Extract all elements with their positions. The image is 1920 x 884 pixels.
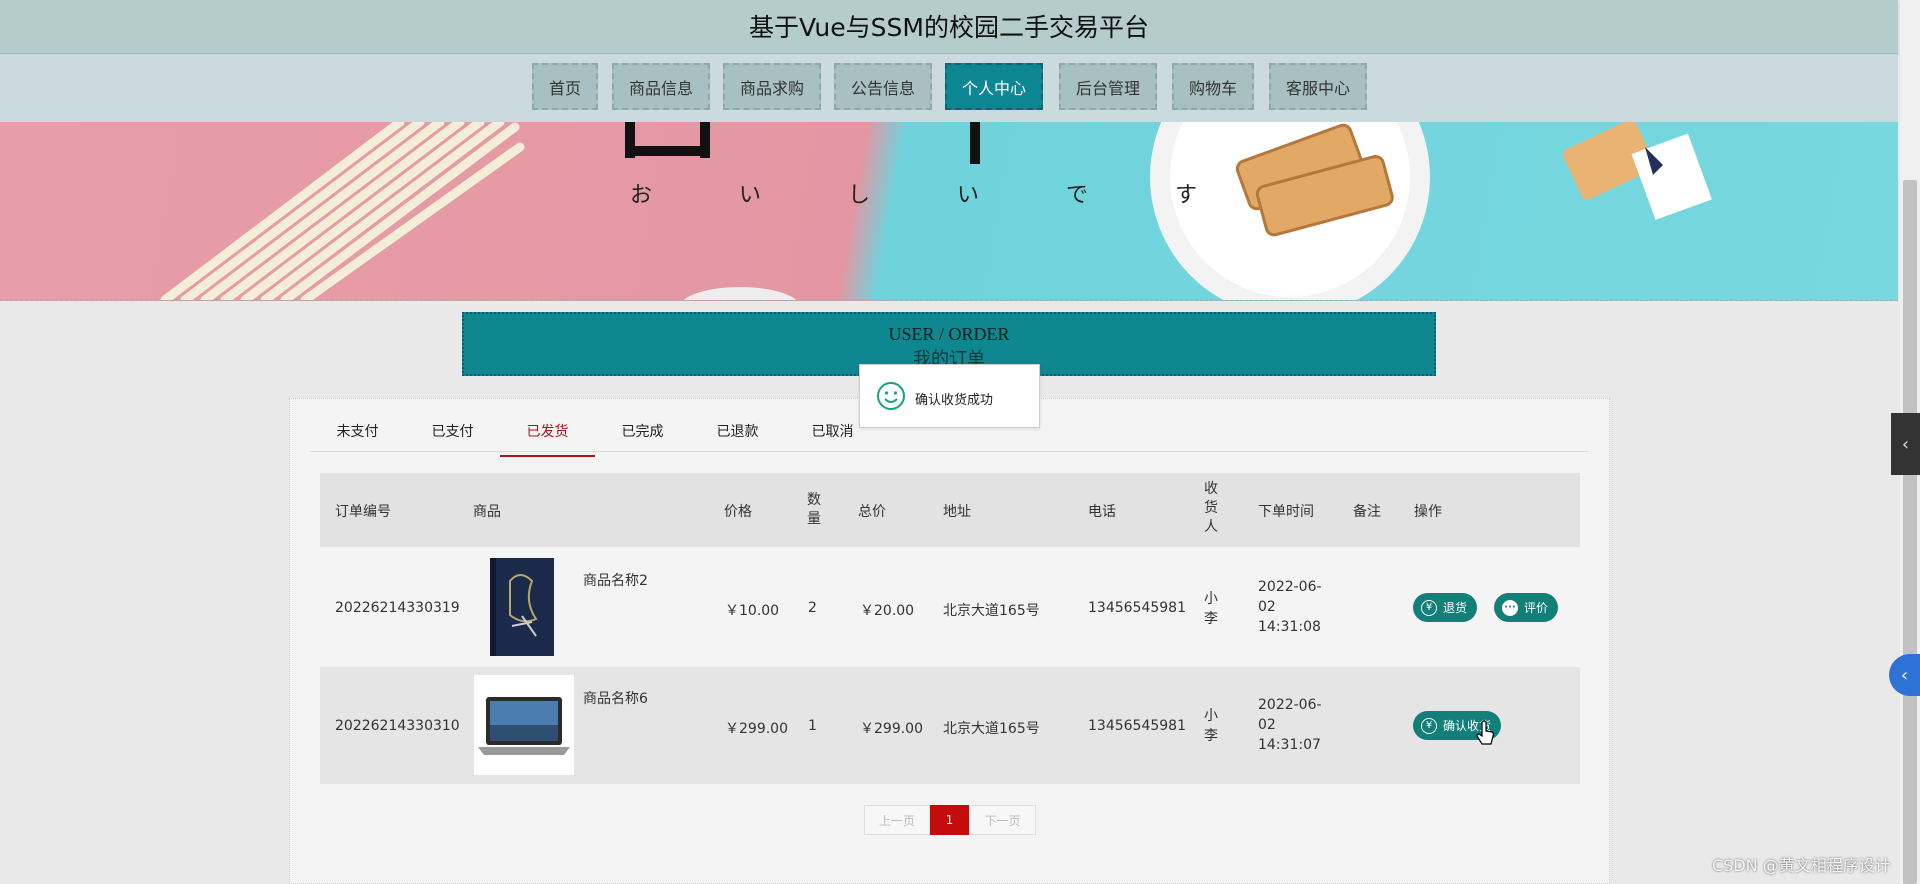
page-heading-en: USER / ORDER	[888, 324, 1010, 344]
toast-message: 确认收货成功	[915, 393, 994, 408]
header-total: 总价	[858, 504, 886, 520]
tab-unpaid[interactable]: 未支付	[310, 418, 405, 455]
header-actions: 操作	[1414, 504, 1442, 520]
nav-notices[interactable]: 公告信息	[834, 63, 932, 110]
prev-page-button[interactable]: 上一页	[864, 805, 930, 835]
price: ￥10.00	[725, 603, 780, 619]
review-button[interactable]: ··· 评价	[1494, 593, 1559, 622]
order-time-day: 02	[1258, 599, 1276, 615]
header-order-no: 订单编号	[335, 504, 391, 520]
order-time-clock: 14:31:07	[1258, 737, 1321, 753]
header-phone: 电话	[1088, 504, 1116, 520]
yen-icon: ¥	[1421, 599, 1437, 616]
tab-completed[interactable]: 已完成	[595, 418, 690, 455]
return-button[interactable]: ¥ 退货	[1413, 593, 1478, 622]
header-product: 商品	[473, 504, 501, 520]
tab-refunded[interactable]: 已退款	[690, 418, 785, 455]
site-title: 基于Vue与SSM的校园二手交易平台	[749, 13, 1149, 42]
nav-admin[interactable]: 后台管理	[1059, 63, 1157, 110]
chevron-left-icon: ‹	[1901, 433, 1910, 455]
side-expand-tab[interactable]: ‹	[1889, 654, 1920, 696]
review-button-label: 评价	[1524, 601, 1549, 615]
yen-icon: ¥	[1421, 717, 1437, 734]
header-remark: 备注	[1353, 504, 1381, 520]
banner-image: お い し い で す	[0, 122, 1898, 301]
order-time-day: 02	[1258, 717, 1276, 733]
total: ￥20.00	[860, 603, 915, 619]
nav-products[interactable]: 商品信息	[612, 63, 710, 110]
receiver: 小李	[1204, 708, 1218, 744]
nav-personal-center[interactable]: 个人中心	[945, 63, 1043, 110]
header-qty: 数量	[807, 492, 821, 527]
header-order-time: 下单时间	[1258, 504, 1314, 520]
smile-icon	[877, 382, 905, 410]
order-no: 20226214330319	[335, 600, 460, 616]
tab-paid[interactable]: 已支付	[405, 418, 500, 455]
comment-icon: ···	[1502, 599, 1518, 616]
next-page-button[interactable]: 下一页	[969, 805, 1036, 835]
side-collapse-tab[interactable]: ‹	[1891, 413, 1920, 475]
scrollbar-thumb[interactable]	[1903, 180, 1917, 884]
phone: 13456545981	[1088, 718, 1186, 734]
page-current-button[interactable]: 1	[930, 805, 969, 835]
order-time-clock: 14:31:08	[1258, 619, 1321, 635]
success-toast: 确认收货成功	[859, 364, 1040, 428]
tab-divider	[310, 451, 1588, 452]
nav-wanted[interactable]: 商品求购	[723, 63, 821, 110]
banner-text: お い し い で す	[630, 183, 1237, 208]
product-name[interactable]: 商品名称2	[583, 570, 648, 590]
chevron-left-icon: ‹	[1900, 664, 1909, 686]
order-no: 20226214330310	[335, 718, 460, 734]
price: ￥299.00	[725, 721, 788, 737]
address: 北京大道165号	[943, 721, 1040, 737]
total: ￥299.00	[860, 721, 923, 737]
receiver: 小李	[1204, 591, 1218, 627]
product-image-book[interactable]	[482, 556, 562, 660]
phone: 13456545981	[1088, 600, 1186, 616]
nav-home[interactable]: 首页	[532, 63, 598, 110]
order-time-date: 2022-06-	[1258, 697, 1322, 713]
quantity: 2	[808, 600, 817, 616]
watermark: CSDN @黄文相程序设计	[1712, 856, 1891, 875]
return-button-label: 退货	[1443, 601, 1468, 615]
header-receiver: 收货人	[1204, 481, 1218, 535]
header-price: 价格	[724, 504, 752, 520]
header-address: 地址	[943, 504, 971, 520]
quantity: 1	[808, 718, 817, 734]
product-image-laptop[interactable]	[474, 675, 574, 775]
address: 北京大道165号	[943, 603, 1040, 619]
product-name[interactable]: 商品名称6	[583, 688, 648, 708]
hand-cursor-icon	[1476, 720, 1494, 745]
nav-customer-service[interactable]: 客服中心	[1269, 63, 1367, 110]
nav-cart[interactable]: 购物车	[1172, 63, 1254, 110]
order-time-date: 2022-06-	[1258, 579, 1322, 595]
